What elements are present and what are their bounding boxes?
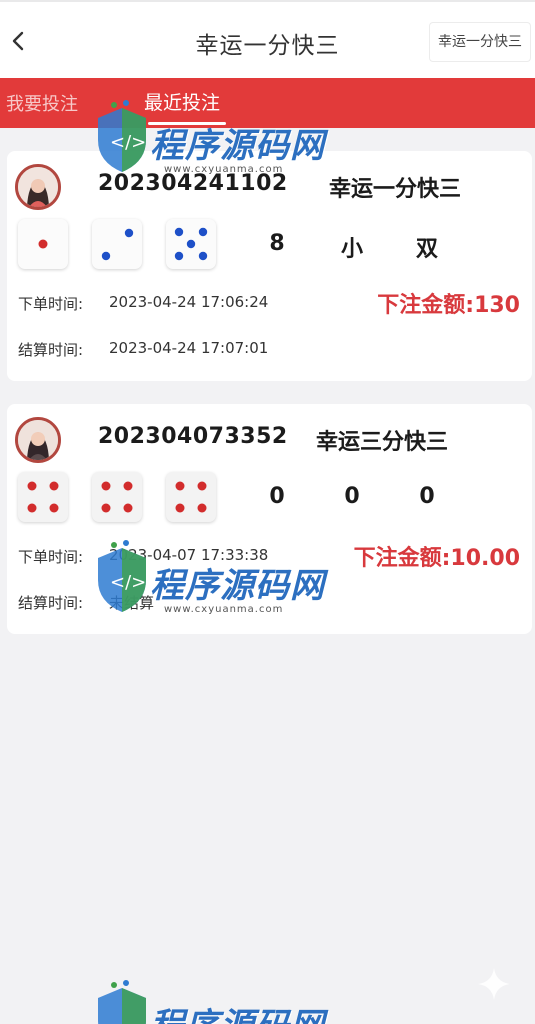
- result-odd-even: 双: [415, 237, 438, 262]
- result-odd-even: 0: [419, 484, 435, 509]
- bet-record-card[interactable]: 202304241102 幸运一分快三 8 小 双 下单时间: 2023-04-…: [7, 151, 532, 381]
- dice-two-icon: [92, 219, 142, 269]
- avatar: [15, 417, 61, 463]
- watermark-text: 程序源码网: [150, 998, 325, 1024]
- sparkle-icon: [478, 968, 510, 1000]
- result-sum: 8: [269, 231, 285, 256]
- dice-four-icon: [92, 472, 142, 522]
- bet-record-card[interactable]: 202304073352 幸运三分快三 0 0 0 下单时间: 2023-04-…: [7, 404, 532, 634]
- dice-four-icon: [166, 472, 216, 522]
- game-name: 幸运一分快三: [329, 177, 462, 202]
- result-size: 小: [340, 237, 363, 262]
- order-number: 202304073352: [98, 424, 288, 449]
- bet-time-label: 下单时间:: [18, 295, 84, 313]
- tab-bar: 我要投注 最近投注: [0, 78, 535, 128]
- bet-time-value: 2023-04-07 17:33:38: [109, 546, 269, 564]
- dice-five-icon: [166, 219, 216, 269]
- result-sum: 0: [269, 484, 285, 509]
- svg-text:</>: </>: [110, 132, 146, 153]
- dice-four-icon: [18, 472, 68, 522]
- bet-amount: 下注金额:130: [377, 293, 520, 318]
- watermark: 程序源码网: [92, 980, 332, 1024]
- bet-time-label: 下单时间:: [18, 548, 84, 566]
- settle-time-label: 结算时间:: [18, 594, 84, 612]
- shield-logo-icon: [98, 980, 146, 1024]
- tab-place-bet[interactable]: 我要投注: [6, 90, 78, 116]
- dice-one-icon: [18, 219, 68, 269]
- avatar: [15, 164, 61, 210]
- result-size: 0: [344, 484, 360, 509]
- settle-time-value: 2023-04-24 17:07:01: [109, 339, 269, 357]
- settle-time-value: 未结算: [109, 594, 155, 612]
- bet-amount: 下注金额:10.00: [353, 546, 520, 571]
- top-bar: 幸运一分快三 幸运一分快三: [0, 0, 535, 78]
- order-number: 202304241102: [98, 171, 288, 196]
- active-tab-indicator: [148, 122, 226, 125]
- settle-time-label: 结算时间:: [18, 341, 84, 359]
- page: 幸运一分快三 幸运一分快三 我要投注 最近投注 202304241102 幸运一…: [0, 0, 535, 1024]
- bet-time-value: 2023-04-24 17:06:24: [109, 293, 269, 311]
- game-switch-button[interactable]: 幸运一分快三: [429, 22, 531, 62]
- game-name: 幸运三分快三: [316, 430, 449, 455]
- tab-recent-bets[interactable]: 最近投注: [144, 88, 220, 115]
